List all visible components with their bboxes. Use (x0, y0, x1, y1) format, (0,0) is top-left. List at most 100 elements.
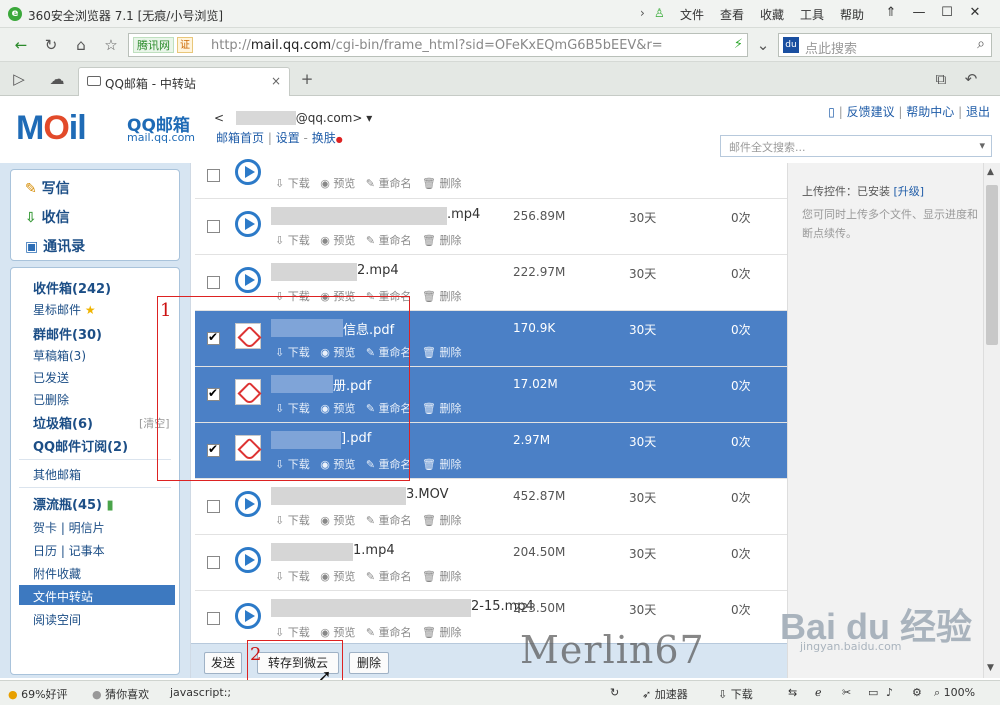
scroll-up-icon[interactable]: ▲ (987, 167, 994, 177)
qq-mail-logo[interactable]: MOil (16, 109, 87, 148)
new-tab-button[interactable]: + (296, 68, 318, 90)
preview-action[interactable]: ◉ 预览 (320, 626, 355, 639)
nav-file-transfer[interactable]: 文件中转站 (33, 588, 93, 605)
file-row[interactable]: .mp4 ⇩ 下载 ◉ 预览 ✎ 重命名 🗑 删除 256.89M 30天 0次 (195, 199, 788, 255)
file-name[interactable]: 3.MOV (406, 487, 449, 502)
delete-action[interactable]: 🗑 删除 (422, 402, 461, 415)
row-checkbox[interactable] (207, 612, 220, 625)
search-input[interactable]: 点此搜索 (805, 38, 857, 57)
settings-icon[interactable]: ⚙ (912, 686, 922, 699)
ie-icon[interactable]: ℯ (815, 686, 822, 699)
minimize-button[interactable]: — (906, 3, 932, 23)
row-checkbox[interactable] (207, 556, 220, 569)
file-row-partial[interactable]: ⇩ 下载 ◉ 预览 ✎ 重命名 🗑 删除 (195, 143, 788, 199)
restore-tabs-icon[interactable]: ⧉ (930, 68, 952, 90)
folder-drafts[interactable]: 草稿箱(3) (33, 347, 86, 364)
folder-inbox[interactable]: 收件箱(242) (33, 278, 111, 297)
compose-link[interactable]: ✎ 写信 (25, 178, 70, 198)
chevron-down-icon[interactable]: ⌄ (752, 34, 774, 56)
pin-icon[interactable]: ⇑ (878, 3, 904, 23)
menu-view[interactable]: 查看 (720, 6, 744, 23)
dropdown-icon[interactable]: ▾ (979, 139, 985, 152)
send-button[interactable]: 发送 (204, 652, 242, 674)
download-action[interactable]: ⇩ 下载 (275, 570, 310, 583)
folder-starred[interactable]: 星标邮件 ★ (33, 301, 96, 318)
translate-icon[interactable]: ⇆ (788, 686, 797, 699)
menu-tools[interactable]: 工具 (800, 6, 824, 23)
undo-icon[interactable]: ↶ (960, 68, 982, 90)
maximize-button[interactable]: ☐ (934, 3, 960, 23)
delete-action[interactable]: 🗑 删除 (422, 346, 461, 359)
menu-file[interactable]: 文件 (680, 6, 704, 23)
sync-icon[interactable]: ↻ (610, 686, 619, 699)
window-icon[interactable]: ▭ (868, 686, 878, 699)
chevron-right-icon[interactable]: › (640, 6, 645, 20)
receive-link[interactable]: ⇩ 收信 (25, 207, 70, 227)
download-action[interactable]: ⇩ 下载 (275, 626, 310, 639)
file-name[interactable]: 1.mp4 (353, 543, 395, 558)
folder-sent[interactable]: 已发送 (33, 369, 69, 386)
search-icon[interactable]: ⌕ (977, 36, 985, 52)
mobile-icon[interactable]: ▯ (828, 105, 835, 119)
screenshot-icon[interactable]: ✂ (842, 686, 851, 699)
menu-help[interactable]: 帮助 (840, 6, 864, 23)
folder-other-mailbox[interactable]: 其他邮箱 (33, 466, 81, 483)
search-box[interactable]: du 点此搜索 ⌕ (778, 33, 992, 57)
search-engine-icon[interactable]: du (783, 37, 799, 53)
nav-attachments[interactable]: 附件收藏 (33, 565, 81, 582)
download-item[interactable]: ⇩ 下载 (718, 686, 753, 702)
delete-action[interactable]: 🗑 删除 (422, 570, 461, 583)
contacts-link[interactable]: ▣ 通讯录 (25, 236, 85, 256)
delete-action[interactable]: 🗑 删除 (422, 290, 461, 303)
preview-action[interactable]: ◉ 预览 (320, 234, 355, 247)
cert-badge[interactable]: 证 (177, 37, 193, 53)
accelerator-item[interactable]: ➶ 加速器 (642, 686, 688, 702)
folder-spam[interactable]: 垃圾箱(6) (33, 413, 93, 432)
file-name[interactable]: 2.mp4 (357, 263, 399, 278)
nav-calendar[interactable]: 日历 | 记事本 (33, 542, 105, 559)
logout-link[interactable]: 退出 (966, 105, 990, 119)
delete-action[interactable]: 🗑 删除 (422, 626, 461, 639)
guess-item[interactable]: ● 猜你喜欢 (92, 686, 149, 702)
rename-action[interactable]: ✎ 重命名 (366, 514, 412, 527)
file-name[interactable]: .mp4 (447, 207, 480, 222)
row-checkbox[interactable] (207, 220, 220, 233)
folder-group[interactable]: 群邮件(30) (33, 324, 102, 343)
download-action[interactable]: ⇩ 下载 (275, 234, 310, 247)
delete-action[interactable]: 🗑 删除 (422, 514, 461, 527)
star-icon[interactable]: ☆ (100, 34, 122, 56)
delete-button[interactable]: 删除 (349, 652, 389, 674)
row-checkbox[interactable] (207, 276, 220, 289)
menu-favorites[interactable]: 收藏 (760, 6, 784, 23)
row-checkbox[interactable] (207, 169, 220, 182)
preview-action[interactable]: ◉ 预览 (320, 570, 355, 583)
file-row[interactable]: 1.mp4 ⇩ 下载 ◉ 预览 ✎ 重命名 🗑 删除 204.50M 30天 0次 (195, 535, 788, 591)
rating-item[interactable]: ● 69%好评 (8, 686, 68, 702)
folder-subscriptions[interactable]: QQ邮件订阅(2) (33, 436, 128, 455)
home-icon[interactable]: ⌂ (70, 34, 92, 56)
volume-icon[interactable]: ♪ (886, 686, 893, 699)
tab-close-icon[interactable]: × (271, 74, 281, 88)
row-checkbox[interactable] (207, 500, 220, 513)
user-icon[interactable]: ♙ (654, 6, 665, 20)
folder-drift-bottle[interactable]: 漂流瓶(45) ▮ (33, 494, 114, 513)
rename-action[interactable]: ✎ 重命名 (366, 570, 412, 583)
url-bar[interactable]: 腾讯网 证 http://mail.qq.com/cgi-bin/frame_h… (128, 33, 748, 57)
url-text[interactable]: http://mail.qq.com/cgi-bin/frame_html?si… (211, 38, 663, 53)
refresh-icon[interactable]: ↻ (40, 34, 62, 56)
file-row[interactable]: 3.MOV ⇩ 下载 ◉ 预览 ✎ 重命名 🗑 删除 452.87M 30天 0次 (195, 479, 788, 535)
scrollbar-thumb[interactable] (986, 185, 998, 345)
lightning-icon[interactable]: ⚡ (734, 37, 743, 52)
nav-reading[interactable]: 阅读空间 (33, 611, 81, 628)
sidebar-toggle-icon[interactable]: ▷ (8, 68, 30, 90)
cloud-icon[interactable]: ☁ (46, 68, 68, 90)
nav-cards[interactable]: 贺卡 | 明信片 (33, 519, 105, 536)
zoom-item[interactable]: ⌕ 100% (934, 686, 975, 700)
folder-deleted[interactable]: 已删除 (33, 391, 69, 408)
scroll-down-icon[interactable]: ▼ (987, 663, 994, 673)
upgrade-link[interactable]: [升级] (894, 185, 925, 198)
feedback-link[interactable]: 反馈建议 (847, 105, 895, 119)
rename-action[interactable]: ✎ 重命名 (366, 234, 412, 247)
vertical-scrollbar[interactable]: ▲ ▼ (983, 163, 1000, 678)
preview-action[interactable]: ◉ 预览 (320, 514, 355, 527)
